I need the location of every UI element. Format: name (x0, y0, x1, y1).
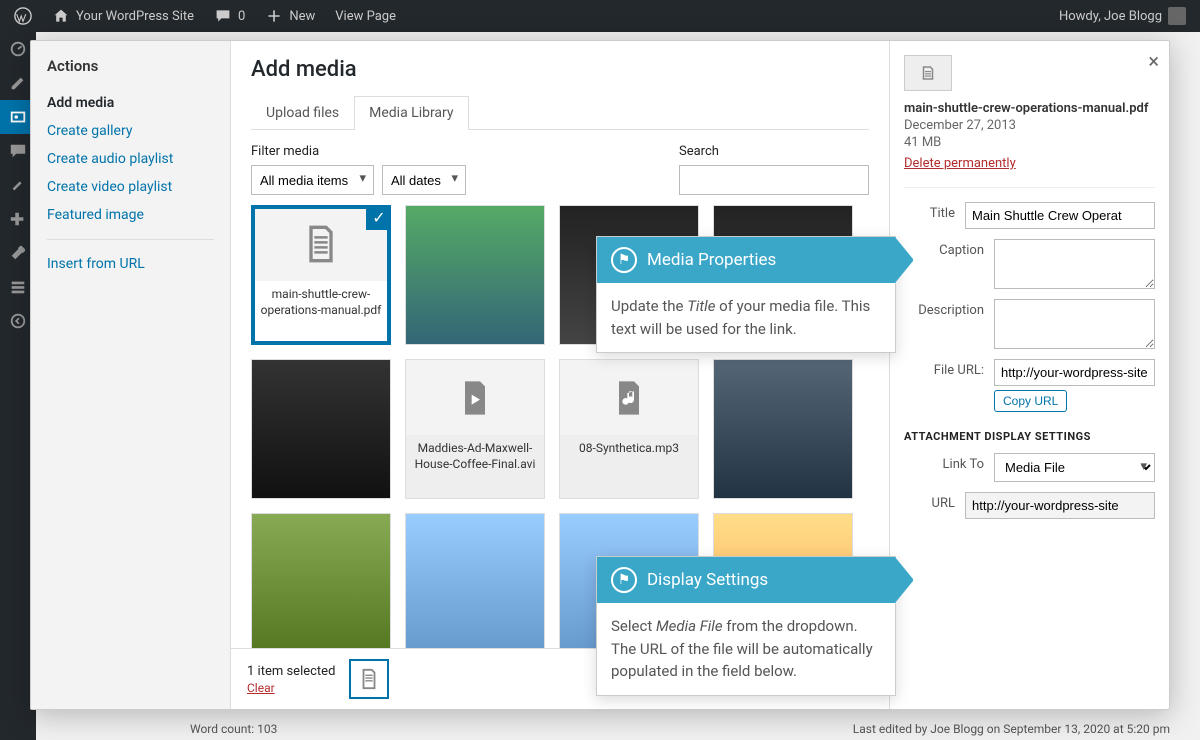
tile-filename: 08-Synthetica.mp3 (560, 435, 698, 463)
view-page-link[interactable]: View Page (329, 0, 402, 32)
linkto-label: Link To (904, 453, 984, 472)
search-label: Search (679, 144, 869, 159)
action-create-gallery[interactable]: Create gallery (47, 123, 132, 139)
filter-label: Filter media (251, 144, 466, 159)
media-tile[interactable]: main-shuttle-crew-operations-manual.pdf ✓ (251, 205, 391, 345)
detail-date: December 27, 2013 (904, 118, 1155, 133)
callout-display-settings: ⚑Display Settings Select Media File from… (596, 556, 896, 696)
tile-filename: Maddies-Ad-Maxwell-House-Coffee-Final.av… (406, 435, 544, 478)
media-tile[interactable]: 08-Synthetica.mp3 (559, 359, 699, 499)
image-thumb (406, 206, 544, 344)
modal-title: Add media (251, 57, 869, 82)
image-thumb (252, 514, 390, 648)
new-link[interactable]: New (259, 0, 321, 32)
media-tabs: Upload files Media Library (251, 96, 869, 130)
media-modal: × Actions Add media Create gallery Creat… (30, 40, 1170, 710)
word-count: Word count: 103 (190, 722, 277, 736)
flag-icon: ⚑ (611, 247, 637, 273)
editor-status-bar: Word count: 103 Last edited by Joe Blogg… (180, 722, 1180, 736)
delete-permanently[interactable]: Delete permanently (904, 156, 1016, 171)
actions-heading: Actions (47, 57, 214, 75)
fileurl-input[interactable] (994, 359, 1155, 386)
media-tile[interactable] (405, 513, 545, 648)
filter-type-select[interactable]: All media items (251, 165, 374, 195)
image-thumb (406, 514, 544, 648)
media-tile[interactable] (251, 513, 391, 648)
detail-filename: main-shuttle-crew-operations-manual.pdf (904, 101, 1155, 116)
comments-count: 0 (238, 9, 245, 24)
home-icon (52, 7, 70, 25)
file-icon (406, 360, 544, 435)
file-icon (560, 360, 698, 435)
plus-icon (265, 7, 283, 25)
media-tile[interactable] (713, 359, 853, 499)
media-toolbar: Filter media All media items All dates S… (231, 130, 889, 205)
clear-selection[interactable]: Clear (247, 681, 335, 695)
description-input[interactable] (994, 299, 1155, 349)
site-name: Your WordPress Site (76, 9, 194, 24)
tile-filename: main-shuttle-crew-operations-manual.pdf (252, 281, 390, 324)
display-url-label: URL (904, 492, 955, 511)
image-thumb (714, 360, 852, 498)
media-tile[interactable] (405, 205, 545, 345)
tab-media-library[interactable]: Media Library (354, 96, 468, 130)
selection-count: 1 item selected (247, 664, 335, 679)
detail-thumb (904, 55, 952, 91)
avatar (1168, 7, 1186, 25)
wp-logo[interactable] (8, 0, 38, 32)
media-tile[interactable] (251, 359, 391, 499)
detail-size: 41 MB (904, 135, 1155, 150)
image-thumb (252, 360, 390, 498)
fileurl-label: File URL: (904, 359, 984, 378)
display-settings-heading: ATTACHMENT DISPLAY SETTINGS (904, 430, 1155, 443)
search-input[interactable] (679, 165, 869, 195)
caption-input[interactable] (994, 239, 1155, 289)
account-link[interactable]: Howdy, Joe Blogg (1053, 0, 1192, 32)
last-edited: Last edited by Joe Blogg on September 13… (853, 722, 1170, 736)
linkto-select[interactable]: Media File (994, 453, 1155, 482)
action-insert-from-url[interactable]: Insert from URL (47, 256, 145, 272)
tab-upload-files[interactable]: Upload files (251, 96, 354, 129)
title-input[interactable] (965, 202, 1155, 229)
caption-label: Caption (904, 239, 984, 258)
new-label: New (289, 9, 315, 24)
flag-icon: ⚑ (611, 567, 637, 593)
action-add-media[interactable]: Add media (47, 95, 114, 111)
filter-date-select[interactable]: All dates (382, 165, 466, 195)
description-label: Description (904, 299, 984, 318)
site-link[interactable]: Your WordPress Site (46, 0, 200, 32)
modal-actions-sidebar: Actions Add media Create gallery Create … (31, 41, 231, 709)
selection-thumb[interactable] (349, 659, 389, 699)
action-create-audio-playlist[interactable]: Create audio playlist (47, 151, 173, 167)
callout-media-properties: ⚑Media Properties Update the Title of yo… (596, 236, 896, 353)
comments-link[interactable]: 0 (208, 0, 251, 32)
admin-bar: Your WordPress Site 0 New View Page Howd… (0, 0, 1200, 32)
check-icon[interactable]: ✓ (366, 205, 391, 230)
display-url-input[interactable] (965, 492, 1155, 519)
title-label: Title (904, 202, 955, 221)
media-tile[interactable]: Maddies-Ad-Maxwell-House-Coffee-Final.av… (405, 359, 545, 499)
action-featured-image[interactable]: Featured image (47, 207, 144, 223)
copy-url-button[interactable]: Copy URL (994, 390, 1067, 412)
attachment-detail: main-shuttle-crew-operations-manual.pdf … (889, 41, 1169, 709)
action-create-video-playlist[interactable]: Create video playlist (47, 179, 172, 195)
comments-icon (214, 7, 232, 25)
howdy-text: Howdy, Joe Blogg (1059, 9, 1162, 24)
close-modal-button[interactable]: × (1148, 49, 1159, 73)
